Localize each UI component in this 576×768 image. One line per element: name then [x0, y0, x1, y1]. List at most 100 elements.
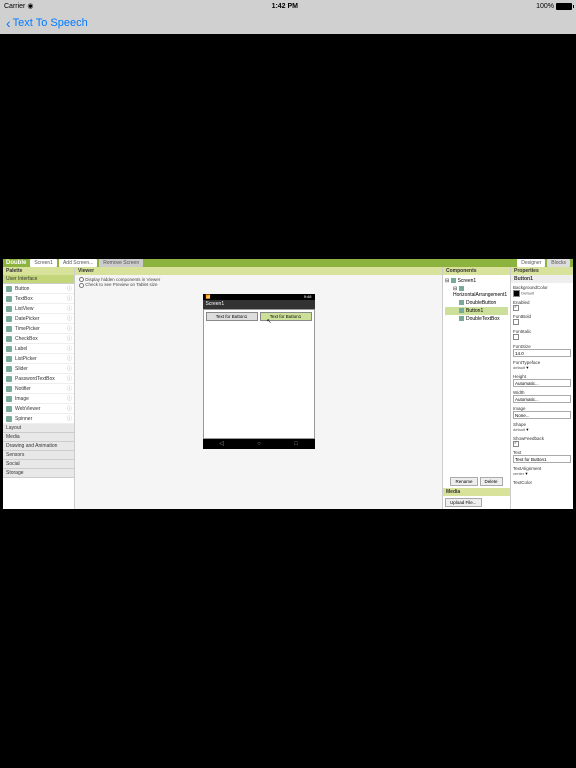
notifier-icon — [6, 386, 12, 392]
timepicker-icon — [6, 326, 12, 332]
delete-button[interactable]: Delete — [480, 477, 503, 486]
info-icon[interactable]: ⓘ — [67, 305, 72, 312]
upload-file-button[interactable]: Upload File... — [445, 498, 482, 507]
palette-item-passwordtextbox[interactable]: PasswordTextBoxⓘ — [3, 374, 74, 384]
info-icon[interactable]: ⓘ — [67, 385, 72, 392]
prop-fontbold-label: FontBold — [513, 314, 571, 319]
palette-cat-drawing[interactable]: Drawing and Animation — [3, 442, 74, 451]
text-input[interactable] — [513, 455, 571, 463]
tablet-preview-option[interactable]: Check to see Preview on Tablet size — [79, 282, 438, 287]
info-icon[interactable]: ⓘ — [67, 345, 72, 352]
info-icon[interactable]: ⓘ — [67, 375, 72, 382]
selected-component: Button1 — [511, 275, 573, 283]
phone-screen-canvas[interactable]: Text for Button1 Text for Button1 ↖ — [203, 309, 315, 439]
palette-item-checkbox[interactable]: CheckBoxⓘ — [3, 334, 74, 344]
fonttypeface-select[interactable]: default — [513, 365, 525, 370]
preview-button-1[interactable]: Text for Button1 — [206, 312, 258, 321]
palette-cat-storage[interactable]: Storage — [3, 469, 74, 478]
remove-screen-button[interactable]: Remove Screen — [99, 259, 143, 267]
designer-mode-button[interactable]: Designer — [517, 259, 545, 267]
wifi-icon: ◉ — [27, 2, 33, 10]
info-icon[interactable]: ⓘ — [67, 315, 72, 322]
palette-item-listview[interactable]: ListViewⓘ — [3, 304, 74, 314]
preview-button-2[interactable]: Text for Button1 ↖ — [260, 312, 312, 321]
fontitalic-checkbox[interactable] — [513, 334, 519, 340]
info-icon[interactable]: ⓘ — [67, 325, 72, 332]
signal-icon: 📶 — [206, 294, 211, 299]
phone-title-bar: Screen1 — [203, 300, 315, 309]
fontbold-checkbox[interactable] — [513, 319, 519, 325]
listview-icon — [6, 306, 12, 312]
palette-item-timepicker[interactable]: TimePickerⓘ — [3, 324, 74, 334]
palette-item-listpicker[interactable]: ListPickerⓘ — [3, 354, 74, 364]
tree-node-doublebutton[interactable]: DoubleButton — [445, 299, 508, 307]
bgcolor-swatch[interactable] — [513, 290, 520, 297]
home-icon: ○ — [257, 441, 261, 447]
ios-nav-bar: ‹ Text To Speech — [0, 12, 576, 34]
palette-cat-media[interactable]: Media — [3, 433, 74, 442]
prop-bgcolor-label: BackgroundColor — [513, 285, 571, 290]
palette-panel: Palette User Interface Buttonⓘ TextBoxⓘ … — [3, 267, 75, 509]
prop-fontitalic-label: FontItalic — [513, 329, 571, 334]
palette-item-spinner[interactable]: Spinnerⓘ — [3, 414, 74, 424]
palette-item-notifier[interactable]: Notifierⓘ — [3, 384, 74, 394]
back-chevron-icon[interactable]: ‹ — [6, 15, 11, 31]
screen-selector[interactable]: Screen1 — [30, 259, 57, 267]
tree-node-doubletextbox[interactable]: DoubleTextBox — [445, 315, 508, 323]
components-title: Components — [443, 267, 510, 275]
cursor-icon: ↖ — [267, 318, 272, 325]
palette-cat-layout[interactable]: Layout — [3, 424, 74, 433]
textalignment-select[interactable]: center — [513, 471, 524, 476]
info-icon[interactable]: ⓘ — [67, 405, 72, 412]
app-inventor-designer: Double Screen1 Add Screen... Remove Scre… — [3, 259, 573, 509]
palette-item-button[interactable]: Buttonⓘ — [3, 284, 74, 294]
viewer-panel: Viewer Display hidden components in View… — [75, 267, 442, 509]
palette-item-webviewer[interactable]: WebViewerⓘ — [3, 404, 74, 414]
blocks-mode-button[interactable]: Blocks — [547, 259, 570, 267]
status-time: 1:42 PM — [272, 3, 298, 10]
fontsize-input[interactable] — [513, 349, 571, 357]
phone-preview[interactable]: 📶 9:48 Screen1 Text for Button1 Text for… — [203, 294, 315, 449]
listpicker-icon — [6, 356, 12, 362]
tree-node-harrangement[interactable]: ⊟ HorizontalArrangement1 — [445, 285, 508, 299]
info-icon[interactable]: ⓘ — [67, 285, 72, 292]
textbox-icon — [6, 296, 12, 302]
enabled-checkbox[interactable] — [513, 305, 519, 311]
info-icon[interactable]: ⓘ — [67, 395, 72, 402]
image-icon — [6, 396, 12, 402]
info-icon[interactable]: ⓘ — [67, 295, 72, 302]
tree-node-button1[interactable]: Button1 — [445, 307, 508, 315]
image-input[interactable] — [513, 411, 571, 419]
phone-nav-bar: ◁ ○ □ — [203, 439, 315, 449]
height-input[interactable] — [513, 379, 571, 387]
rename-button[interactable]: Rename — [450, 477, 477, 486]
slider-icon — [6, 366, 12, 372]
screenshot-content: Double Screen1 Add Screen... Remove Scre… — [0, 34, 576, 768]
spinner-icon — [6, 416, 12, 422]
project-name: Double — [6, 260, 26, 266]
viewer-title: Viewer — [75, 267, 442, 275]
palette-cat-social[interactable]: Social — [3, 460, 74, 469]
width-input[interactable] — [513, 395, 571, 403]
palette-item-label[interactable]: Labelⓘ — [3, 344, 74, 354]
tree-node-screen[interactable]: ⊟ Screen1 — [445, 277, 508, 285]
palette-item-image[interactable]: Imageⓘ — [3, 394, 74, 404]
label-icon — [6, 346, 12, 352]
palette-item-textbox[interactable]: TextBoxⓘ — [3, 294, 74, 304]
info-icon[interactable]: ⓘ — [67, 335, 72, 342]
carrier-label: Carrier — [4, 3, 25, 10]
palette-item-datepicker[interactable]: DatePickerⓘ — [3, 314, 74, 324]
showfeedback-checkbox[interactable] — [513, 441, 519, 447]
shape-select[interactable]: default — [513, 427, 525, 432]
prop-enabled-label: Enabled — [513, 300, 571, 305]
info-icon[interactable]: ⓘ — [67, 415, 72, 422]
palette-cat-sensors[interactable]: Sensors — [3, 451, 74, 460]
palette-cat-user-interface[interactable]: User Interface — [3, 275, 74, 284]
info-icon[interactable]: ⓘ — [67, 355, 72, 362]
media-title: Media — [443, 488, 510, 496]
component-tree: ⊟ Screen1 ⊟ HorizontalArrangement1 Doubl… — [443, 275, 510, 475]
nav-title[interactable]: Text To Speech — [13, 17, 88, 29]
palette-item-slider[interactable]: Sliderⓘ — [3, 364, 74, 374]
add-screen-button[interactable]: Add Screen... — [59, 259, 97, 267]
info-icon[interactable]: ⓘ — [67, 365, 72, 372]
